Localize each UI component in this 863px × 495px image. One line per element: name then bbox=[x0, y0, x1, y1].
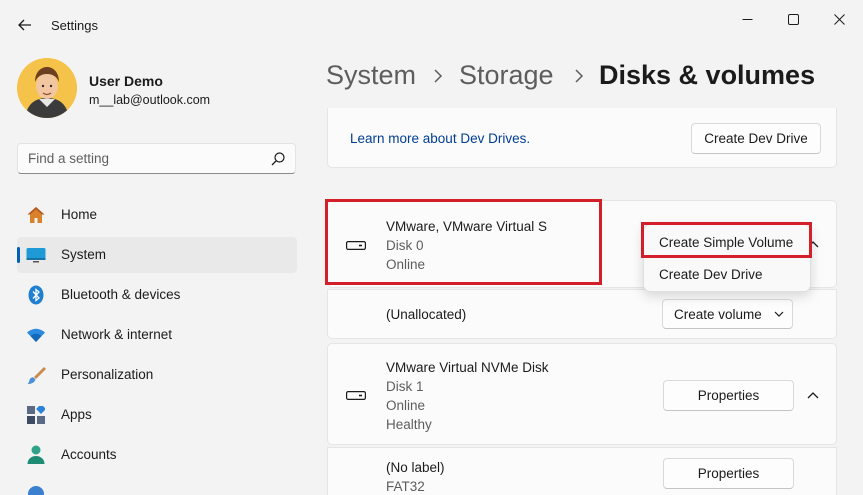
search-icon bbox=[271, 152, 285, 166]
disk-1-card: VMware Virtual NVMe Disk Disk 1 Online H… bbox=[327, 343, 837, 445]
close-icon bbox=[833, 13, 845, 25]
menu-item-create-dev-drive[interactable]: Create Dev Drive bbox=[659, 267, 763, 282]
chevron-right-icon bbox=[434, 69, 443, 83]
disk-health: Healthy bbox=[386, 417, 432, 432]
user-avatar-icon bbox=[17, 58, 77, 118]
chevron-up-icon[interactable] bbox=[807, 391, 819, 399]
avatar[interactable] bbox=[17, 58, 77, 118]
chevron-down-icon bbox=[774, 311, 784, 317]
sidebar-item-network[interactable]: Network & internet bbox=[17, 317, 297, 353]
volume-filesystem: FAT32 bbox=[386, 479, 425, 494]
highlight-box-disk bbox=[325, 199, 602, 285]
sidebar-item-label: Accounts bbox=[61, 447, 117, 462]
close-button[interactable] bbox=[824, 8, 854, 30]
search-placeholder: Find a setting bbox=[28, 151, 110, 166]
sidebar-item-label: System bbox=[61, 247, 107, 262]
create-dev-drive-button[interactable]: Create Dev Drive bbox=[691, 123, 821, 154]
volume-row: (No label) FAT32 Properties bbox=[327, 447, 837, 495]
sidebar-item-apps[interactable]: Apps bbox=[17, 397, 297, 433]
apps-icon bbox=[26, 405, 46, 425]
sidebar-item-label: Network & internet bbox=[61, 327, 173, 342]
properties-button[interactable]: Properties bbox=[663, 380, 794, 411]
active-indicator bbox=[17, 247, 20, 263]
sidebar-item-personalization[interactable]: Personalization bbox=[17, 357, 297, 393]
back-button[interactable] bbox=[12, 12, 38, 38]
highlight-box-menu bbox=[641, 222, 812, 258]
sidebar-item-home[interactable]: Home bbox=[17, 197, 297, 233]
search-input[interactable]: Find a setting bbox=[17, 143, 296, 174]
window-title: Settings bbox=[51, 18, 98, 33]
sidebar-item-accounts[interactable]: Accounts bbox=[17, 437, 297, 473]
bluetooth-icon bbox=[26, 285, 46, 305]
time-icon bbox=[28, 486, 44, 495]
create-volume-label: Create volume bbox=[674, 306, 762, 322]
disk-number: Disk 1 bbox=[386, 379, 424, 394]
maximize-button[interactable] bbox=[778, 8, 808, 30]
create-volume-dropdown[interactable]: Create volume bbox=[662, 299, 793, 329]
sidebar-item-label: Home bbox=[61, 207, 98, 222]
wifi-icon bbox=[26, 325, 46, 345]
drive-icon bbox=[346, 391, 366, 400]
arrow-left-icon bbox=[18, 19, 31, 31]
breadcrumb-item[interactable]: System bbox=[326, 60, 416, 91]
sidebar-item-label: Apps bbox=[61, 407, 92, 422]
sidebar-item-label: Bluetooth & devices bbox=[61, 287, 181, 302]
unallocated-row: (Unallocated) Create volume bbox=[327, 289, 837, 339]
user-name: User Demo bbox=[89, 73, 163, 89]
title-bar: Settings bbox=[0, 0, 863, 50]
volume-properties-button[interactable]: Properties bbox=[663, 458, 794, 489]
page-title: Disks & volumes bbox=[599, 60, 816, 90]
system-icon bbox=[26, 245, 46, 265]
minimize-button[interactable] bbox=[732, 8, 762, 30]
learn-more-link[interactable]: Learn more about Dev Drives. bbox=[350, 131, 530, 146]
sidebar-item-bluetooth[interactable]: Bluetooth & devices bbox=[17, 277, 297, 313]
minimize-icon bbox=[742, 18, 752, 20]
accounts-icon bbox=[26, 445, 46, 465]
breadcrumb-item[interactable]: Storage bbox=[459, 60, 554, 91]
chevron-right-icon bbox=[575, 69, 584, 83]
brush-icon bbox=[26, 365, 46, 385]
disk-name: VMware Virtual NVMe Disk bbox=[386, 360, 549, 375]
volume-label: (No label) bbox=[386, 460, 445, 475]
volume-label: (Unallocated) bbox=[386, 307, 467, 322]
home-icon bbox=[26, 205, 46, 225]
sidebar-item-system[interactable]: System bbox=[17, 237, 297, 273]
disk-status: Online bbox=[386, 398, 426, 413]
sidebar-item-partial[interactable] bbox=[26, 484, 46, 495]
dev-drive-card: Learn more about Dev Drives. Create Dev … bbox=[327, 108, 837, 168]
user-email: m__lab@outlook.com bbox=[89, 93, 211, 107]
sidebar-item-label: Personalization bbox=[61, 367, 154, 382]
maximize-icon bbox=[787, 13, 799, 25]
